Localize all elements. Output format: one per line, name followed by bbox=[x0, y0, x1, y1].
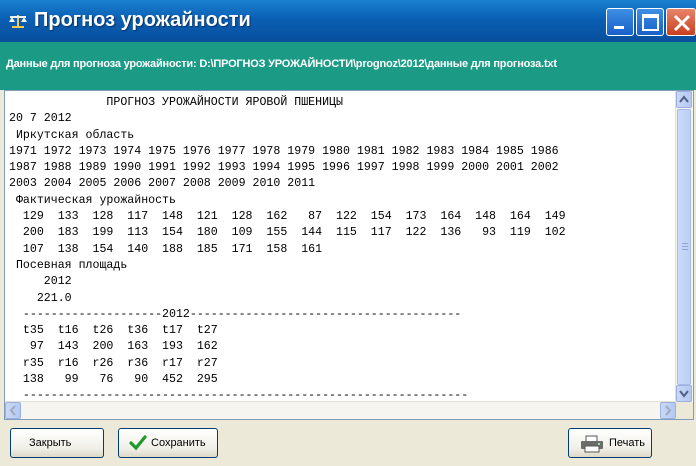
print-button-label: Печать bbox=[609, 437, 646, 449]
maximize-icon bbox=[642, 14, 659, 31]
maximize-button[interactable] bbox=[636, 8, 664, 36]
window-title: Прогноз урожайности bbox=[34, 9, 251, 31]
scroll-left-button[interactable] bbox=[5, 402, 21, 419]
data-file-path: Данные для прогноза урожайности: D:\ПРОГ… bbox=[6, 58, 557, 70]
close-button-label: Закрыть bbox=[29, 437, 72, 449]
arrow-left-icon bbox=[9, 405, 16, 416]
report-line: 138 99 76 90 452 295 bbox=[9, 373, 218, 387]
title-bar[interactable]: Прогноз урожайности bbox=[0, 0, 696, 42]
report-line: 200 183 199 113 154 180 109 155 144 115 … bbox=[9, 226, 566, 240]
save-button[interactable]: Сохранить bbox=[118, 428, 218, 458]
report-line: t35 t16 t26 t36 t17 t27 bbox=[9, 324, 218, 338]
report-line: 1987 1988 1989 1990 1991 1992 1993 1994 … bbox=[9, 161, 559, 175]
report-textarea[interactable]: ПРОГНОЗ УРОЖАЙНОСТИ ЯРОВОЙ ПШЕНИЦЫ 20 7 … bbox=[4, 90, 694, 420]
report-line: Иркутская область bbox=[9, 128, 135, 142]
scale-icon bbox=[8, 13, 28, 29]
arrow-down-icon bbox=[679, 390, 689, 398]
printer-icon bbox=[581, 435, 603, 453]
report-line: Фактическая урожайность bbox=[9, 193, 176, 207]
checkmark-icon bbox=[129, 435, 147, 451]
report-line: 97 143 200 163 193 162 bbox=[9, 340, 218, 354]
close-button[interactable]: Закрыть bbox=[10, 428, 104, 458]
report-line: r35 r16 r26 r36 r17 r27 bbox=[9, 356, 218, 370]
scroll-down-button[interactable] bbox=[676, 385, 692, 402]
report-line: 20 7 2012 bbox=[9, 112, 72, 126]
scroll-corner bbox=[676, 402, 693, 419]
vertical-scrollbar[interactable] bbox=[675, 91, 693, 402]
scroll-up-button[interactable] bbox=[676, 91, 692, 108]
minimize-icon bbox=[614, 26, 624, 29]
print-button[interactable]: Печать bbox=[568, 428, 652, 458]
report-line: 221.0 bbox=[9, 291, 72, 305]
report-line: 2003 2004 2005 2006 2007 2008 2009 2010 … bbox=[9, 177, 316, 191]
scroll-thumb[interactable] bbox=[677, 109, 691, 385]
report-line: 1971 1972 1973 1974 1975 1976 1977 1978 … bbox=[9, 144, 559, 158]
button-bar: Закрыть Сохранить Печать bbox=[0, 420, 696, 466]
close-window-button[interactable] bbox=[666, 8, 696, 36]
save-button-label: Сохранить bbox=[151, 437, 206, 449]
arrow-up-icon bbox=[679, 95, 689, 103]
report-line: 129 133 128 117 148 121 128 162 87 122 1… bbox=[9, 210, 566, 224]
arrow-right-icon bbox=[665, 405, 672, 416]
horizontal-scrollbar[interactable] bbox=[5, 401, 676, 419]
close-icon bbox=[673, 14, 691, 32]
report-line: --------------------2012----------------… bbox=[9, 307, 462, 321]
app-window: Прогноз урожайности Данные для прогноза … bbox=[0, 0, 696, 466]
report-line: Посевная площадь bbox=[9, 258, 128, 272]
minimize-button[interactable] bbox=[606, 8, 634, 36]
data-source-bar: Данные для прогноза урожайности: D:\ПРОГ… bbox=[0, 42, 696, 90]
report-line: 2012 bbox=[9, 275, 72, 289]
report-text: ПРОГНОЗ УРОЖАЙНОСТИ ЯРОВОЙ ПШЕНИЦЫ 20 7 … bbox=[9, 95, 566, 405]
scroll-right-button[interactable] bbox=[660, 402, 676, 419]
report-line: 107 138 154 140 188 185 171 158 161 bbox=[9, 242, 323, 256]
report-line: ПРОГНОЗ УРОЖАЙНОСТИ ЯРОВОЙ ПШЕНИЦЫ bbox=[9, 96, 343, 109]
